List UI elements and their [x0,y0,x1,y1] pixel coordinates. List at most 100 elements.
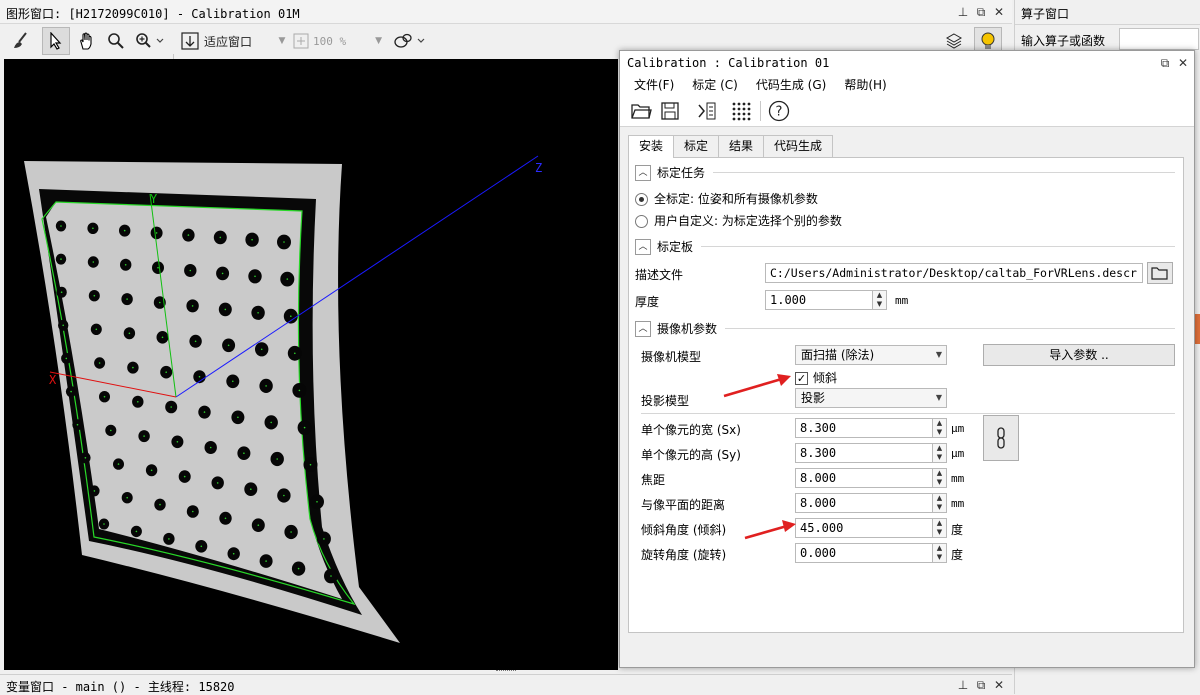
tilt-angle-spinner[interactable]: ▲ ▼ [933,518,947,538]
dot-center-marker [93,294,96,297]
rotation-angle-spinner[interactable]: ▲ ▼ [933,543,947,563]
zoom-value: 100 % [313,34,347,48]
help-icon[interactable]: ? [768,100,790,122]
hand-tool-icon[interactable] [74,27,100,55]
close-icon[interactable]: ✕ [992,678,1006,692]
dot-center-marker [294,352,296,355]
zoom-select[interactable]: 100 % ▼ [292,27,382,55]
section-divider [713,172,1175,173]
dot-center-marker [132,366,134,369]
dot-center-marker [92,261,95,263]
dialog-tabs: 安装 标定 结果 代码生成 [628,135,834,158]
dot-center-marker [103,523,105,525]
dot-center-marker [170,406,172,408]
collapse-chevron-icon[interactable]: ︿ [635,164,651,181]
pin-icon[interactable]: ⊥ [956,5,970,19]
dot-center-marker [137,401,139,403]
collapse-chevron-icon[interactable]: ︿ [635,238,651,255]
graphics-canvas[interactable]: Z Y X [4,59,618,670]
plate-section-header: ︿ 标定板 [635,238,1175,255]
dialog-toolbar: ? [620,95,1194,127]
tilt-checkbox[interactable]: ✓ 倾斜 [795,369,837,386]
float-icon[interactable]: ⧉ [1158,56,1172,70]
pointer-tool-icon[interactable] [42,27,70,55]
tilt-angle-field[interactable]: 45.000 [795,518,933,538]
close-icon[interactable]: ✕ [1176,56,1190,70]
dot-center-marker [159,503,161,506]
projection-value: 投影 [801,391,826,405]
sx-field[interactable]: 8.300 [795,418,933,438]
task-custom-radio[interactable]: 用户自定义: 为标定选择个别的参数 [635,212,842,229]
dot-center-marker [198,375,201,378]
variable-window-titlebar: 变量窗口 - main () - 主线程: 15820 ⊥ ⧉ ✕ [0,674,1012,694]
image-dist-unit: mm [951,497,965,510]
dot-center-marker [92,227,94,230]
fit-window-button[interactable]: 适应窗口 [180,27,262,55]
browse-folder-button[interactable] [1147,262,1173,284]
tab-codegen[interactable]: 代码生成 [763,135,834,157]
tab-install[interactable]: 安装 [628,135,675,158]
task-full-radio[interactable]: 全标定: 位姿和所有摄像机参数 [635,190,818,207]
splitter-handle[interactable] [496,670,516,673]
float-icon[interactable]: ⧉ [974,5,988,19]
dot-center-marker [297,567,300,570]
thickness-spinner[interactable]: ▲ ▼ [873,290,887,310]
calibration-plate-icon[interactable] [730,101,752,121]
link-sx-sy-button[interactable] [983,415,1019,461]
save-icon[interactable] [660,101,680,121]
task-full-label: 全标定: 位姿和所有摄像机参数 [654,192,818,206]
menu-calibrate[interactable]: 标定 (C) [692,75,738,95]
close-icon[interactable]: ✕ [992,5,1006,19]
task-section-header: ︿ 标定任务 [635,164,1175,181]
dot-center-marker [203,411,206,413]
menu-help[interactable]: 帮助(H) [844,75,886,95]
graphics-window-title: 图形窗口: [H2172099C010] - Calibration 01M [6,7,300,21]
dot-center-marker [250,488,252,491]
dot-center-marker [194,340,197,343]
tab-calibrate[interactable]: 标定 [673,135,720,157]
sy-spinner[interactable]: ▲ ▼ [933,443,947,463]
tilt-angle-unit: 度 [951,523,964,537]
projection-label: 投影模型 [641,394,690,408]
clear-brush-icon[interactable] [8,27,34,55]
dot-center-marker [330,575,332,577]
chevron-down-icon: ▼ [935,350,942,359]
dot-center-marker [232,380,234,383]
open-folder-icon[interactable] [630,101,652,121]
annotation-arrow-tilt-angle [744,520,796,540]
menu-file[interactable]: 文件(F) [634,75,674,95]
dot-center-marker [103,395,106,398]
collapse-chevron-icon[interactable]: ︿ [635,320,651,337]
dot-center-marker [60,225,62,227]
thickness-field[interactable]: 1.000 [765,290,873,310]
dot-center-marker [135,530,138,533]
focal-field[interactable]: 8.000 [795,468,933,488]
focal-spinner[interactable]: ▲ ▼ [933,468,947,488]
draw-mode-icon[interactable] [390,27,430,55]
axis-y-label: Y [150,192,158,206]
sy-field[interactable]: 8.300 [795,443,933,463]
projection-select[interactable]: 投影 ▼ [795,388,947,408]
import-params-button[interactable]: 导入参数 .. [983,344,1175,366]
dot-center-marker [309,463,312,466]
image-dist-spinner[interactable]: ▲ ▼ [933,493,947,513]
desc-file-field[interactable]: C:/Users/Administrator/Desktop/caltab_Fo… [765,263,1143,283]
operator-input[interactable] [1119,28,1199,50]
camera-model-select[interactable]: 面扫描 (除法) ▼ [795,345,947,365]
dot-center-marker [227,344,230,347]
camera-model-value: 面扫描 (除法) [801,348,875,362]
rotation-angle-field[interactable]: 0.000 [795,543,933,563]
fit-window-label: 适应窗口 [204,34,253,49]
zoom-in-icon[interactable] [132,27,168,55]
magnify-icon[interactable] [104,27,128,55]
image-dist-field[interactable]: 8.000 [795,493,933,513]
fit-dropdown-chevron-icon[interactable]: ▼ [276,27,288,55]
float-icon[interactable]: ⧉ [974,678,988,692]
calibration-run-icon[interactable] [696,101,718,121]
menu-codegen[interactable]: 代码生成 (G) [756,75,826,95]
tab-results[interactable]: 结果 [718,135,765,157]
sx-spinner[interactable]: ▲ ▼ [933,418,947,438]
dot-center-marker [260,348,263,351]
camera-section-header: ︿ 摄像机参数 [635,320,1175,337]
pin-icon[interactable]: ⊥ [956,678,970,692]
